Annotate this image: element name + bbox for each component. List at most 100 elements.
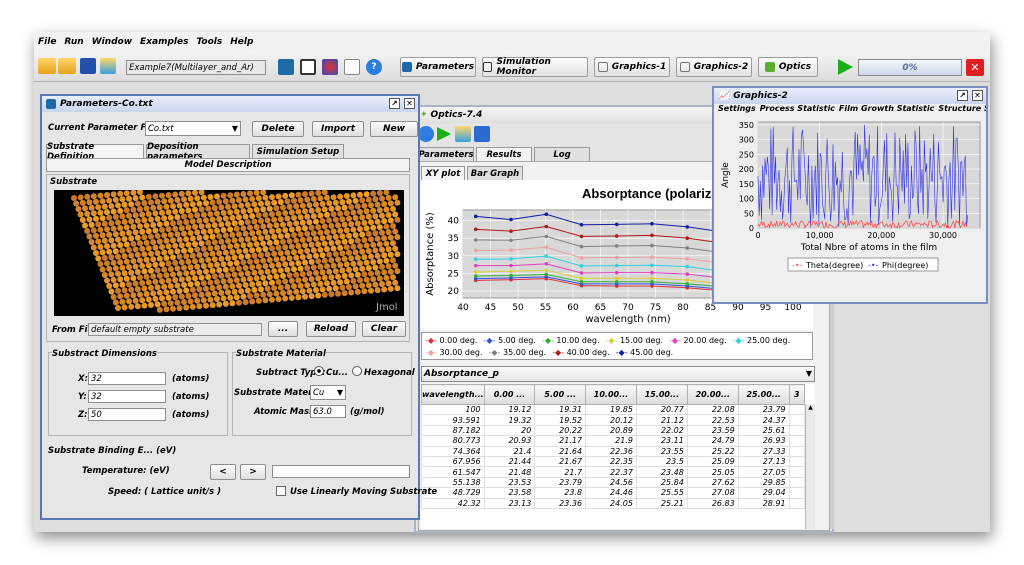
menu-examples[interactable]: Examples xyxy=(140,37,188,47)
column-header[interactable]: 3 xyxy=(788,384,806,405)
table-row[interactable]: 55.138 23.53 23.79 24.56 25.84 27.62 29.85 xyxy=(421,476,806,489)
column-header[interactable]: 20.00... xyxy=(686,384,739,405)
browse-button[interactable]: ... xyxy=(268,321,298,337)
atom xyxy=(90,210,97,217)
help-icon[interactable] xyxy=(418,126,434,142)
menu-window[interactable]: Window xyxy=(92,37,132,47)
atom xyxy=(106,248,113,255)
column-header[interactable]: 5.00 ... xyxy=(534,384,587,405)
open-folder-icon[interactable] xyxy=(38,58,56,74)
table-row[interactable]: 74.364 21.4 21.64 22.36 23.55 25.22 27.33 xyxy=(421,445,806,457)
atom xyxy=(247,275,253,282)
maximize-icon[interactable]: ↗ xyxy=(957,90,968,101)
menu-file[interactable]: File xyxy=(38,37,56,47)
z-field[interactable]: 50 xyxy=(88,408,166,421)
menu-tools[interactable]: Tools xyxy=(196,37,222,47)
mass-field[interactable]: 63.0 xyxy=(310,405,346,418)
chart-icon[interactable] xyxy=(344,59,360,75)
graphics-2-button[interactable]: Graphics-2 xyxy=(676,57,752,77)
menu-structure-statistic[interactable]: Structure Statistic xyxy=(938,104,986,117)
puzzle-icon xyxy=(764,62,775,72)
example-name-field[interactable]: Example7(Multilayer_and_Ar) xyxy=(126,60,266,75)
material-select[interactable]: Cu ▼ xyxy=(310,385,346,400)
column-header[interactable]: 25.00... xyxy=(737,384,790,405)
simulation-monitor-button[interactable]: Simulation Monitor xyxy=(482,57,588,77)
table-cell: 93.591 xyxy=(421,414,485,426)
table-row[interactable]: 100 19.12 19.31 19.85 20.77 22.08 23.79 xyxy=(421,403,806,416)
tab-optics-parameters[interactable]: Parameters xyxy=(418,147,474,161)
table-row[interactable]: 61.547 21.48 21.7 22.37 23.48 25.05 27.05 xyxy=(421,466,806,478)
console-icon[interactable] xyxy=(300,59,316,75)
folder-refresh-icon[interactable] xyxy=(455,126,471,142)
atom xyxy=(249,230,256,237)
tab-bar-graph[interactable]: Bar Graph xyxy=(467,166,523,180)
atom xyxy=(368,253,374,260)
y-field[interactable]: 32 xyxy=(88,390,166,403)
column-header[interactable]: 15.00... xyxy=(635,384,688,405)
delete-button[interactable]: Delete xyxy=(252,121,304,137)
tab-deposition-parameters[interactable]: Deposition parameters xyxy=(146,142,250,162)
x-field[interactable]: 32 xyxy=(88,372,166,385)
tab-xy-plot[interactable]: XY plot xyxy=(421,166,465,180)
save-icon[interactable] xyxy=(80,58,96,74)
atom xyxy=(286,255,293,262)
folder-refresh-icon[interactable] xyxy=(100,58,116,74)
menu-help[interactable]: Help xyxy=(230,37,253,47)
menu-settings[interactable]: Settings xyxy=(718,104,756,117)
atom xyxy=(152,278,159,285)
close-icon[interactable]: ✕ xyxy=(972,90,983,101)
table-row[interactable]: 48.729 23.58 23.8 24.46 25.55 27.08 29.04 xyxy=(421,487,806,499)
y-unit: (atoms) xyxy=(172,392,210,402)
tab-substrate-definition[interactable]: Substrate Definition xyxy=(46,142,144,162)
type-cubic-radio[interactable] xyxy=(314,366,324,376)
sliders-icon[interactable] xyxy=(474,126,490,142)
help-icon[interactable]: ? xyxy=(366,59,382,75)
close-icon[interactable]: ✕ xyxy=(404,98,415,109)
column-header[interactable]: 10.00... xyxy=(585,384,637,405)
temperature-field[interactable] xyxy=(272,465,410,478)
reload-button[interactable]: Reload xyxy=(306,321,356,337)
settings-icon[interactable] xyxy=(278,59,294,75)
type-hex-radio[interactable] xyxy=(352,366,362,376)
column-header[interactable]: wavelength... xyxy=(421,384,485,405)
atom xyxy=(185,190,192,197)
import-button[interactable]: Import xyxy=(312,121,364,137)
prev-button[interactable]: < xyxy=(210,464,236,480)
menu-process-statistic[interactable]: Process Statistic xyxy=(760,104,835,117)
atom xyxy=(75,206,82,212)
tab-model-description[interactable]: Model Description xyxy=(46,158,410,172)
column-header[interactable]: 0.00 ... xyxy=(483,384,536,405)
new-folder-icon[interactable] xyxy=(58,58,76,74)
stop-button[interactable]: ✕ xyxy=(966,59,984,76)
table-row[interactable]: 87.182 20 20.22 20.89 22.02 23.59 25.61 xyxy=(421,424,806,437)
tab-optics-results[interactable]: Results xyxy=(476,147,532,161)
table-scrollbar[interactable]: ▲ xyxy=(805,404,815,529)
new-button[interactable]: New xyxy=(370,121,418,137)
atom xyxy=(392,262,399,269)
tab-optics-log[interactable]: Log xyxy=(534,147,590,161)
atom xyxy=(130,206,137,213)
menu-run[interactable]: Run xyxy=(64,37,83,47)
atom xyxy=(139,245,146,252)
table-row[interactable]: 93.591 19.32 19.52 20.12 21.12 22.53 24.37 xyxy=(421,414,806,426)
next-button[interactable]: > xyxy=(240,464,266,480)
table-row[interactable]: 80.773 20.93 21.17 21.9 23.11 24.79 26.93 xyxy=(421,435,806,447)
moving-substrate-checkbox[interactable] xyxy=(276,486,286,496)
optics-button[interactable]: Optics xyxy=(758,57,818,77)
run-icon[interactable] xyxy=(836,58,854,76)
parameters-button[interactable]: Parameters xyxy=(400,57,476,77)
current-file-select[interactable]: Co.txt ▼ xyxy=(145,121,241,136)
substrate-3d-view[interactable] xyxy=(54,190,404,316)
atom xyxy=(123,224,130,231)
table-row[interactable]: 67.956 21.44 21.67 22.35 23.5 25.09 27.13 xyxy=(421,455,806,468)
graphics-1-button[interactable]: Graphics-1 xyxy=(594,57,670,77)
table-row[interactable]: 42.32 23.13 23.36 24.05 25.21 26.83 28.91 xyxy=(421,497,806,509)
maximize-icon[interactable]: ↗ xyxy=(389,98,400,109)
clear-button[interactable]: Clear xyxy=(362,321,406,337)
result-combo[interactable]: Absorptance_p ▼ xyxy=(421,366,815,382)
from-file-field[interactable]: default empty substrate xyxy=(88,323,262,336)
menu-film-growth-statistic[interactable]: Film Growth Statistic xyxy=(839,104,934,117)
molecule-icon[interactable] xyxy=(322,59,338,75)
run-icon[interactable] xyxy=(436,126,452,142)
tab-simulation-setup[interactable]: Simulation Setup xyxy=(252,144,344,158)
